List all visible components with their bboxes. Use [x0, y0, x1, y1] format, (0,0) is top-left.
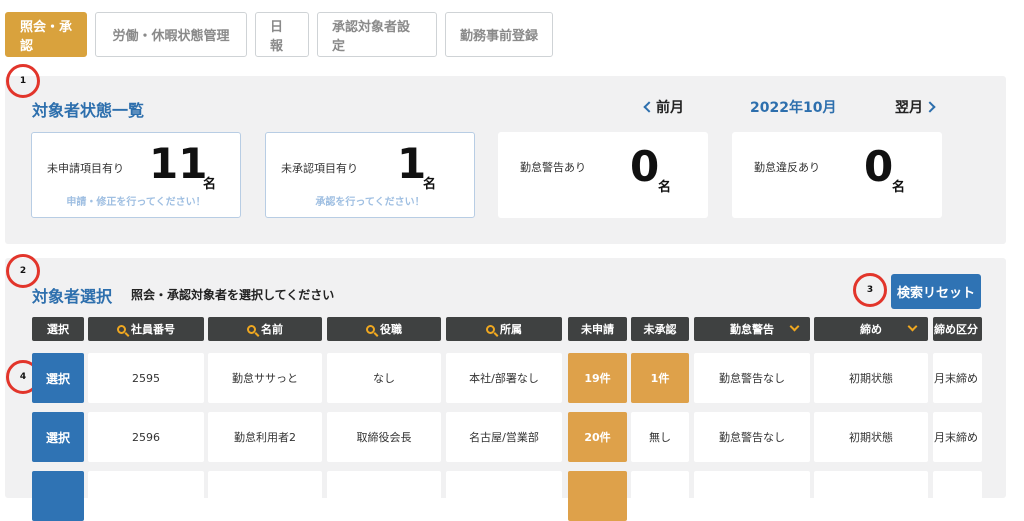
col-label: 未申請 — [581, 323, 614, 336]
cell-warning — [694, 471, 810, 521]
select-button[interactable] — [32, 471, 84, 521]
status-card-warning[interactable]: 勤怠警告あり 0 名 — [498, 132, 708, 218]
tab-approval-target-settings[interactable]: 承認対象者設定 — [317, 12, 437, 57]
cell-dept: 本社/部署なし — [446, 353, 562, 403]
search-icon — [247, 324, 256, 334]
col-label: 役職 — [380, 323, 402, 336]
cell-closing: 初期状態 — [814, 412, 928, 462]
col-name[interactable]: 名前 — [208, 317, 322, 341]
cell-name: 勤怠利用者2 — [208, 412, 322, 462]
card-label: 勤怠違反あり — [754, 161, 820, 174]
tab-daily-report[interactable]: 日報 — [255, 12, 309, 57]
card-unit: 名 — [203, 177, 217, 192]
col-label: 未承認 — [643, 323, 677, 336]
cell-employee-id: 2595 — [88, 353, 204, 403]
chevron-left-icon — [643, 101, 655, 113]
cell-unapproved — [631, 471, 689, 521]
cell-name — [208, 471, 322, 521]
cell-dept: 名古屋/営業部 — [446, 412, 562, 462]
tab-labor-leave-status[interactable]: 労働・休暇状態管理 — [95, 12, 247, 57]
cell-closing-type: 月末締め — [933, 353, 982, 403]
unapplied-count-button[interactable]: 20件 — [568, 412, 627, 462]
cell-closing-type — [933, 471, 982, 521]
col-label: 締め — [860, 323, 882, 336]
col-label: 締め区分 — [934, 323, 978, 336]
cell-employee-id — [88, 471, 204, 521]
main-tabs: 照会・承認 労働・休暇状態管理 日報 承認対象者設定 勤務事前登録 — [5, 12, 553, 57]
col-label: 所属 — [500, 323, 522, 336]
col-label: 勤怠警告 — [730, 323, 774, 336]
current-month: 2022年10月 — [750, 100, 837, 116]
cell-warning: 勤怠警告なし — [694, 353, 810, 403]
annotation-marker-3: 3 — [853, 273, 887, 307]
unapplied-count-button[interactable]: 19件 — [568, 353, 627, 403]
status-card-unapplied[interactable]: 未申請項目有り 11 名 申請・修正を行ってください！ — [31, 132, 241, 218]
card-unit: 名 — [423, 177, 437, 192]
search-icon — [486, 324, 495, 334]
col-label: 社員番号 — [131, 323, 175, 336]
status-card-violation[interactable]: 勤怠違反あり 0 名 — [732, 132, 942, 218]
col-unapplied: 未申請 — [568, 317, 627, 341]
prev-month-link[interactable]: 前月 — [643, 97, 684, 117]
search-reset-button[interactable]: 検索リセット — [891, 274, 981, 309]
col-unapproved: 未承認 — [631, 317, 689, 341]
col-warning[interactable]: 勤怠警告 — [694, 317, 810, 341]
prev-month-label: 前月 — [656, 100, 684, 116]
search-icon — [117, 324, 126, 334]
cell-dept — [446, 471, 562, 521]
selection-subtitle: 照会・承認対象者を選択してください — [131, 288, 335, 302]
chevron-down-icon — [907, 321, 918, 332]
card-label: 未承認項目有り — [281, 162, 358, 175]
card-unit: 名 — [658, 180, 672, 195]
card-label: 勤怠警告あり — [520, 161, 586, 174]
cell-role — [327, 471, 441, 521]
status-title: 対象者状態一覧 — [32, 101, 145, 120]
card-label: 未申請項目有り — [47, 162, 124, 175]
tab-advance-registration[interactable]: 勤務事前登録 — [445, 12, 553, 57]
annotation-marker-1: 1 — [6, 64, 40, 98]
col-select: 選択 — [32, 317, 84, 341]
card-hint: 申請・修正を行ってください！ — [66, 197, 206, 208]
col-label: 選択 — [47, 323, 69, 336]
col-employee-id[interactable]: 社員番号 — [88, 317, 204, 341]
cell-warning: 勤怠警告なし — [694, 412, 810, 462]
month-nav: 前月 2022年10月 翌月 — [643, 97, 945, 117]
card-count: 0 — [864, 142, 894, 191]
cell-closing-type: 月末締め — [933, 412, 982, 462]
selection-title: 対象者選択 — [32, 287, 113, 306]
col-role[interactable]: 役職 — [327, 317, 441, 341]
col-closing-type: 締め区分 — [933, 317, 982, 341]
unapproved-count-button[interactable]: 1件 — [631, 353, 689, 403]
cell-closing: 初期状態 — [814, 353, 928, 403]
card-count: 1 — [397, 139, 427, 188]
chevron-down-icon — [789, 321, 800, 332]
col-closing[interactable]: 締め — [814, 317, 928, 341]
search-icon — [366, 324, 375, 334]
tab-inquiry-approval[interactable]: 照会・承認 — [5, 12, 87, 57]
cell-closing — [814, 471, 928, 521]
next-month-label: 翌月 — [895, 100, 923, 116]
col-dept[interactable]: 所属 — [446, 317, 562, 341]
card-unit: 名 — [892, 180, 906, 195]
card-count: 11 — [149, 139, 208, 188]
status-card-unapproved[interactable]: 未承認項目有り 1 名 承認を行ってください！ — [265, 132, 475, 218]
cell-unapproved: 無し — [631, 412, 689, 462]
select-button[interactable]: 選択 — [32, 353, 84, 403]
chevron-right-icon — [924, 101, 936, 113]
cell-name: 勤怠ササっと — [208, 353, 322, 403]
next-month-link[interactable]: 翌月 — [895, 97, 936, 117]
cell-role: 取締役会長 — [327, 412, 441, 462]
col-label: 名前 — [261, 323, 283, 336]
card-count: 0 — [630, 142, 660, 191]
select-button[interactable]: 選択 — [32, 412, 84, 462]
unapplied-count-button[interactable] — [568, 471, 627, 521]
cell-role: なし — [327, 353, 441, 403]
cell-employee-id: 2596 — [88, 412, 204, 462]
card-hint: 承認を行ってください！ — [315, 197, 425, 208]
